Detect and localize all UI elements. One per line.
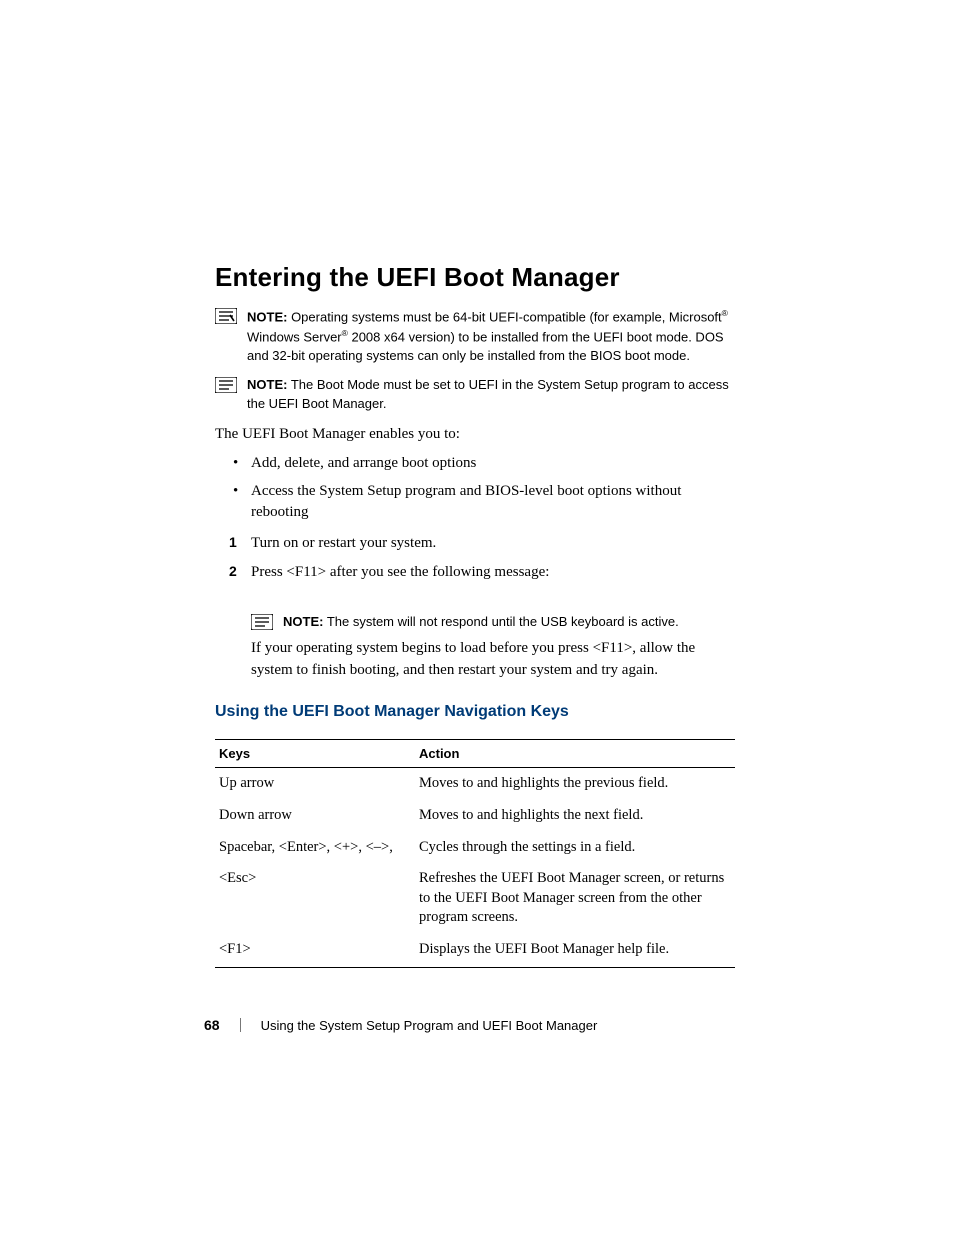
list-item: Access the System Setup program and BIOS… bbox=[251, 481, 735, 525]
footer-title: Using the System Setup Program and UEFI … bbox=[261, 1018, 598, 1033]
table-row: <F1> Displays the UEFI Boot Manager help… bbox=[215, 934, 735, 968]
table-row: <Esc> Refreshes the UEFI Boot Manager sc… bbox=[215, 863, 735, 934]
note-3-text: NOTE: The system will not respond until … bbox=[283, 613, 679, 632]
cell-action: Moves to and highlights the previous fie… bbox=[415, 768, 735, 800]
note-2: NOTE: The Boot Mode must be set to UEFI … bbox=[215, 376, 735, 414]
note-1-text: NOTE: Operating systems must be 64-bit U… bbox=[247, 307, 735, 366]
page-footer: 68 Using the System Setup Program and UE… bbox=[204, 1017, 734, 1033]
note-1: NOTE: Operating systems must be 64-bit U… bbox=[215, 307, 735, 366]
note-icon bbox=[251, 614, 273, 630]
heading-main: Entering the UEFI Boot Manager bbox=[215, 262, 735, 293]
table-row: Up arrow Moves to and highlights the pre… bbox=[215, 768, 735, 800]
note-icon bbox=[215, 308, 237, 324]
table-header-row: Keys Action bbox=[215, 740, 735, 768]
page-number: 68 bbox=[204, 1017, 220, 1033]
cell-key: Spacebar, <Enter>, <+>, <–>, bbox=[215, 832, 415, 864]
cell-key: Up arrow bbox=[215, 768, 415, 800]
followup-text: If your operating system begins to load … bbox=[251, 638, 735, 682]
note-label: NOTE: bbox=[247, 309, 287, 324]
note-label: NOTE: bbox=[247, 377, 287, 392]
cell-action: Moves to and highlights the next field. bbox=[415, 800, 735, 832]
table-row: Down arrow Moves to and highlights the n… bbox=[215, 800, 735, 832]
cell-key: <Esc> bbox=[215, 863, 415, 934]
registered-icon: ® bbox=[722, 308, 728, 318]
note-2-text: NOTE: The Boot Mode must be set to UEFI … bbox=[247, 376, 735, 414]
col-keys: Keys bbox=[215, 740, 415, 768]
note-3-body: The system will not respond until the US… bbox=[323, 614, 678, 629]
cell-action: Cycles through the settings in a field. bbox=[415, 832, 735, 864]
cell-action: Refreshes the UEFI Boot Manager screen, … bbox=[415, 863, 735, 934]
cell-key: Down arrow bbox=[215, 800, 415, 832]
bullet-list: Add, delete, and arrange boot options Ac… bbox=[215, 453, 735, 524]
table-row: Spacebar, <Enter>, <+>, <–>, Cycles thro… bbox=[215, 832, 735, 864]
col-action: Action bbox=[415, 740, 735, 768]
note-1-pre: Operating systems must be 64-bit UEFI-co… bbox=[287, 309, 721, 324]
step-list: Turn on or restart your system. Press <F… bbox=[215, 532, 735, 583]
note-label: NOTE: bbox=[283, 614, 323, 629]
note-3: NOTE: The system will not respond until … bbox=[251, 613, 735, 632]
navigation-keys-table: Keys Action Up arrow Moves to and highli… bbox=[215, 739, 735, 968]
list-item: Press <F11> after you see the following … bbox=[251, 561, 735, 584]
list-item: Add, delete, and arrange boot options bbox=[251, 453, 735, 475]
intro-text: The UEFI Boot Manager enables you to: bbox=[215, 424, 735, 445]
note-2-body: The Boot Mode must be set to UEFI in the… bbox=[247, 377, 729, 411]
page-content: Entering the UEFI Boot Manager NOTE: Ope… bbox=[215, 262, 735, 968]
note-icon bbox=[215, 377, 237, 393]
footer-divider bbox=[240, 1018, 241, 1032]
list-item: Turn on or restart your system. bbox=[251, 532, 735, 555]
subheading: Using the UEFI Boot Manager Navigation K… bbox=[215, 703, 735, 721]
cell-action: Displays the UEFI Boot Manager help file… bbox=[415, 934, 735, 968]
cell-key: <F1> bbox=[215, 934, 415, 968]
note-1-mid: Windows Server bbox=[247, 330, 342, 345]
